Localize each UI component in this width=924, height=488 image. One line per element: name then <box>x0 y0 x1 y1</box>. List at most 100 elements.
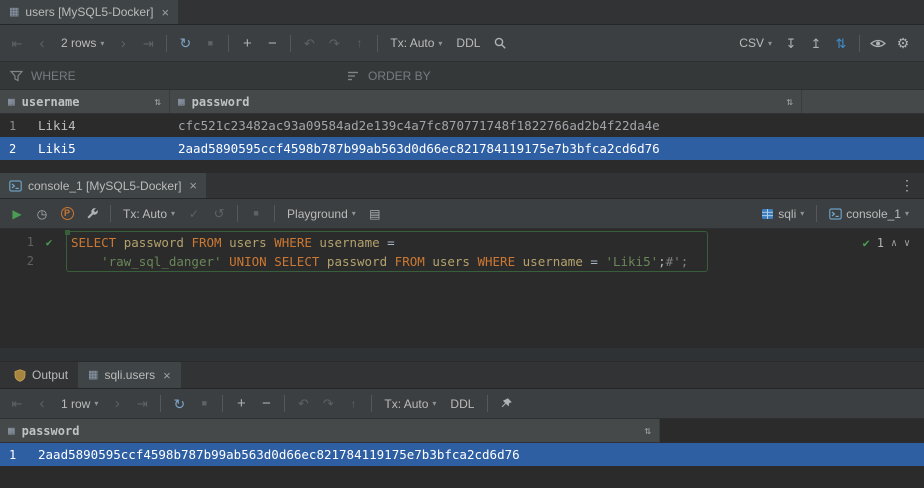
table-grid-icon: ▦ <box>8 424 15 437</box>
row-number: 2 <box>0 142 30 156</box>
search-button[interactable] <box>488 32 512 54</box>
profile-p-button[interactable]: P <box>55 203 79 225</box>
toolbar-separator <box>274 205 275 222</box>
caret-down-icon[interactable]: ∨ <box>904 238 910 249</box>
table-cell[interactable]: cfc521c23482ac93a09584ad2e139c4a7fc87077… <box>170 118 802 133</box>
tab-sqli-users[interactable]: ▦sqli.users× <box>78 362 181 388</box>
play-button[interactable]: ▶ <box>5 203 29 225</box>
where-label: WHERE <box>31 69 76 83</box>
chevron-down-icon: ▾ <box>800 209 804 218</box>
undo-icon: ↶ <box>298 397 309 410</box>
tab-output[interactable]: Output <box>4 362 78 388</box>
funnel-icon <box>10 70 23 82</box>
chevron-down-icon: ▾ <box>100 39 104 48</box>
submit-icon: ↑ <box>356 37 362 49</box>
table-row[interactable]: 2Liki52aad5890595ccf4598b787b99ab563d0d6… <box>0 137 924 160</box>
rollback-button[interactable]: ↺ <box>207 203 231 225</box>
undo-button[interactable]: ↶ <box>291 393 315 415</box>
stop-button[interactable]: ■ <box>244 203 268 225</box>
sql-editor[interactable]: 1✔SELECT password FROM users WHERE usern… <box>0 229 924 347</box>
table-row[interactable]: 1Liki4cfc521c23482ac93a09584ad2e139c4a7f… <box>0 114 924 137</box>
table-cell[interactable]: 2aad5890595ccf4598b787b99ab563d0d66ec821… <box>30 447 660 462</box>
refresh-button[interactable]: ↻ <box>173 32 197 54</box>
tx-mode-dropdown[interactable]: Tx: Auto▾ <box>378 393 442 415</box>
schema-switcher-dropdown[interactable]: sqli▾ <box>755 203 810 225</box>
table-cell[interactable]: 2aad5890595ccf4598b787b99ab563d0d66ec821… <box>170 141 802 156</box>
next-page-button[interactable]: › <box>105 393 129 415</box>
next-page-button[interactable]: › <box>111 32 135 54</box>
stop-icon: ■ <box>208 39 213 48</box>
page-size-dropdown[interactable]: 2 rows▾ <box>55 32 110 54</box>
last-page-button[interactable]: ⇥ <box>130 393 154 415</box>
redo-button[interactable]: ↷ <box>322 32 346 54</box>
stop-button[interactable]: ■ <box>192 393 216 415</box>
console-switcher-dropdown[interactable]: console_1▾ <box>823 203 915 225</box>
where-filter-field[interactable]: WHERE <box>0 62 337 89</box>
toolbar-separator <box>284 395 285 412</box>
gear-button[interactable]: ⚙ <box>891 32 915 54</box>
last-page-button[interactable]: ⇥ <box>136 32 160 54</box>
remove-row-button[interactable]: − <box>254 393 278 415</box>
eye-button[interactable] <box>866 32 890 54</box>
toolbar-separator <box>290 35 291 52</box>
prev-page-button[interactable]: ‹ <box>30 32 54 54</box>
panel-splitter[interactable] <box>0 347 924 362</box>
grid-toolbar: ⇤ ‹2 rows▾›⇥ ↻ ■ +−↶ ↷ ↑ Tx: Auto▾DDL CSV▾↧↥⇅ ⚙ <box>0 25 924 62</box>
playground-mode-dropdown[interactable]: Playground▾ <box>281 203 362 225</box>
table-cell[interactable]: Liki5 <box>30 141 170 156</box>
first-page-button[interactable]: ⇤ <box>5 32 29 54</box>
toolbar-separator <box>160 395 161 412</box>
stop-button[interactable]: ■ <box>198 32 222 54</box>
table-cell[interactable]: Liki4 <box>30 118 170 133</box>
kebab-icon[interactable]: ⋮ <box>890 173 924 198</box>
history-clock-button[interactable]: ◷ <box>30 203 54 225</box>
redo-icon: ↷ <box>323 397 334 410</box>
submit-button[interactable]: ↑ <box>347 32 371 54</box>
ddl-button[interactable]: DDL <box>449 36 487 50</box>
export-format-dropdown[interactable]: CSV▾ <box>733 32 778 54</box>
ddl-button[interactable]: DDL <box>443 397 481 411</box>
column-header-password[interactable]: ▦password⇅ <box>170 90 802 113</box>
view-as-table-button[interactable]: ▤ <box>363 203 387 225</box>
redo-icon: ↷ <box>329 37 340 50</box>
commit-check-button[interactable]: ✓ <box>182 203 206 225</box>
console-toolbar: ▶◷P Tx: Auto▾✓↺ ■ Playground▾▤ sqli▾ console… <box>0 199 924 229</box>
tx-mode-dropdown[interactable]: Tx: Auto▾ <box>384 32 448 54</box>
redo-button[interactable]: ↷ <box>316 393 340 415</box>
table-row[interactable]: 12aad5890595ccf4598b787b99ab563d0d66ec82… <box>0 443 924 466</box>
first-page-icon: ⇤ <box>12 37 23 50</box>
submit-button[interactable]: ↑ <box>341 393 365 415</box>
column-header-username[interactable]: ▦username⇅ <box>0 90 170 113</box>
pin-button[interactable] <box>494 393 518 415</box>
first-page-button[interactable]: ⇤ <box>5 393 29 415</box>
add-row-button[interactable]: + <box>229 393 253 415</box>
export-file-button[interactable]: ↧ <box>779 32 803 54</box>
import-file-button[interactable]: ↥ <box>804 32 828 54</box>
close-icon[interactable]: × <box>189 178 197 193</box>
close-icon[interactable]: × <box>163 368 171 383</box>
tx-mode-dropdown[interactable]: Tx: Auto▾ <box>117 203 181 225</box>
tab-users-grid[interactable]: ▦ users [MySQL5-Docker] × <box>0 0 178 24</box>
page-size-dropdown[interactable]: 1 row▾ <box>55 393 104 415</box>
sort-both-icon[interactable]: ⇅ <box>786 95 793 108</box>
sync-arrows-button[interactable]: ⇅ <box>829 32 853 54</box>
close-icon[interactable]: × <box>161 5 169 20</box>
last-page-icon: ⇥ <box>137 397 148 410</box>
sort-both-icon[interactable]: ⇅ <box>154 95 161 108</box>
sort-both-icon[interactable]: ⇅ <box>644 424 651 437</box>
chevron-down-icon: ▾ <box>905 209 909 218</box>
column-header-password[interactable]: ▦password⇅ <box>0 419 660 442</box>
toolbar-separator <box>371 395 372 412</box>
order-by-filter-field[interactable]: ORDER BY <box>337 62 441 89</box>
prev-page-button[interactable]: ‹ <box>30 393 54 415</box>
toolbar-separator <box>110 205 111 222</box>
caret-up-icon[interactable]: ∧ <box>891 238 897 249</box>
undo-button[interactable]: ↶ <box>297 32 321 54</box>
wrench-button[interactable] <box>80 203 104 225</box>
add-row-button[interactable]: + <box>235 32 259 54</box>
editor-line[interactable]: 1✔SELECT password FROM users WHERE usern… <box>0 233 924 252</box>
refresh-button[interactable]: ↻ <box>167 393 191 415</box>
remove-row-button[interactable]: − <box>260 32 284 54</box>
editor-line[interactable]: 2 'raw_sql_danger' UNION SELECT password… <box>0 252 924 271</box>
tab-console-1[interactable]: console_1 [MySQL5-Docker] × <box>0 173 206 198</box>
